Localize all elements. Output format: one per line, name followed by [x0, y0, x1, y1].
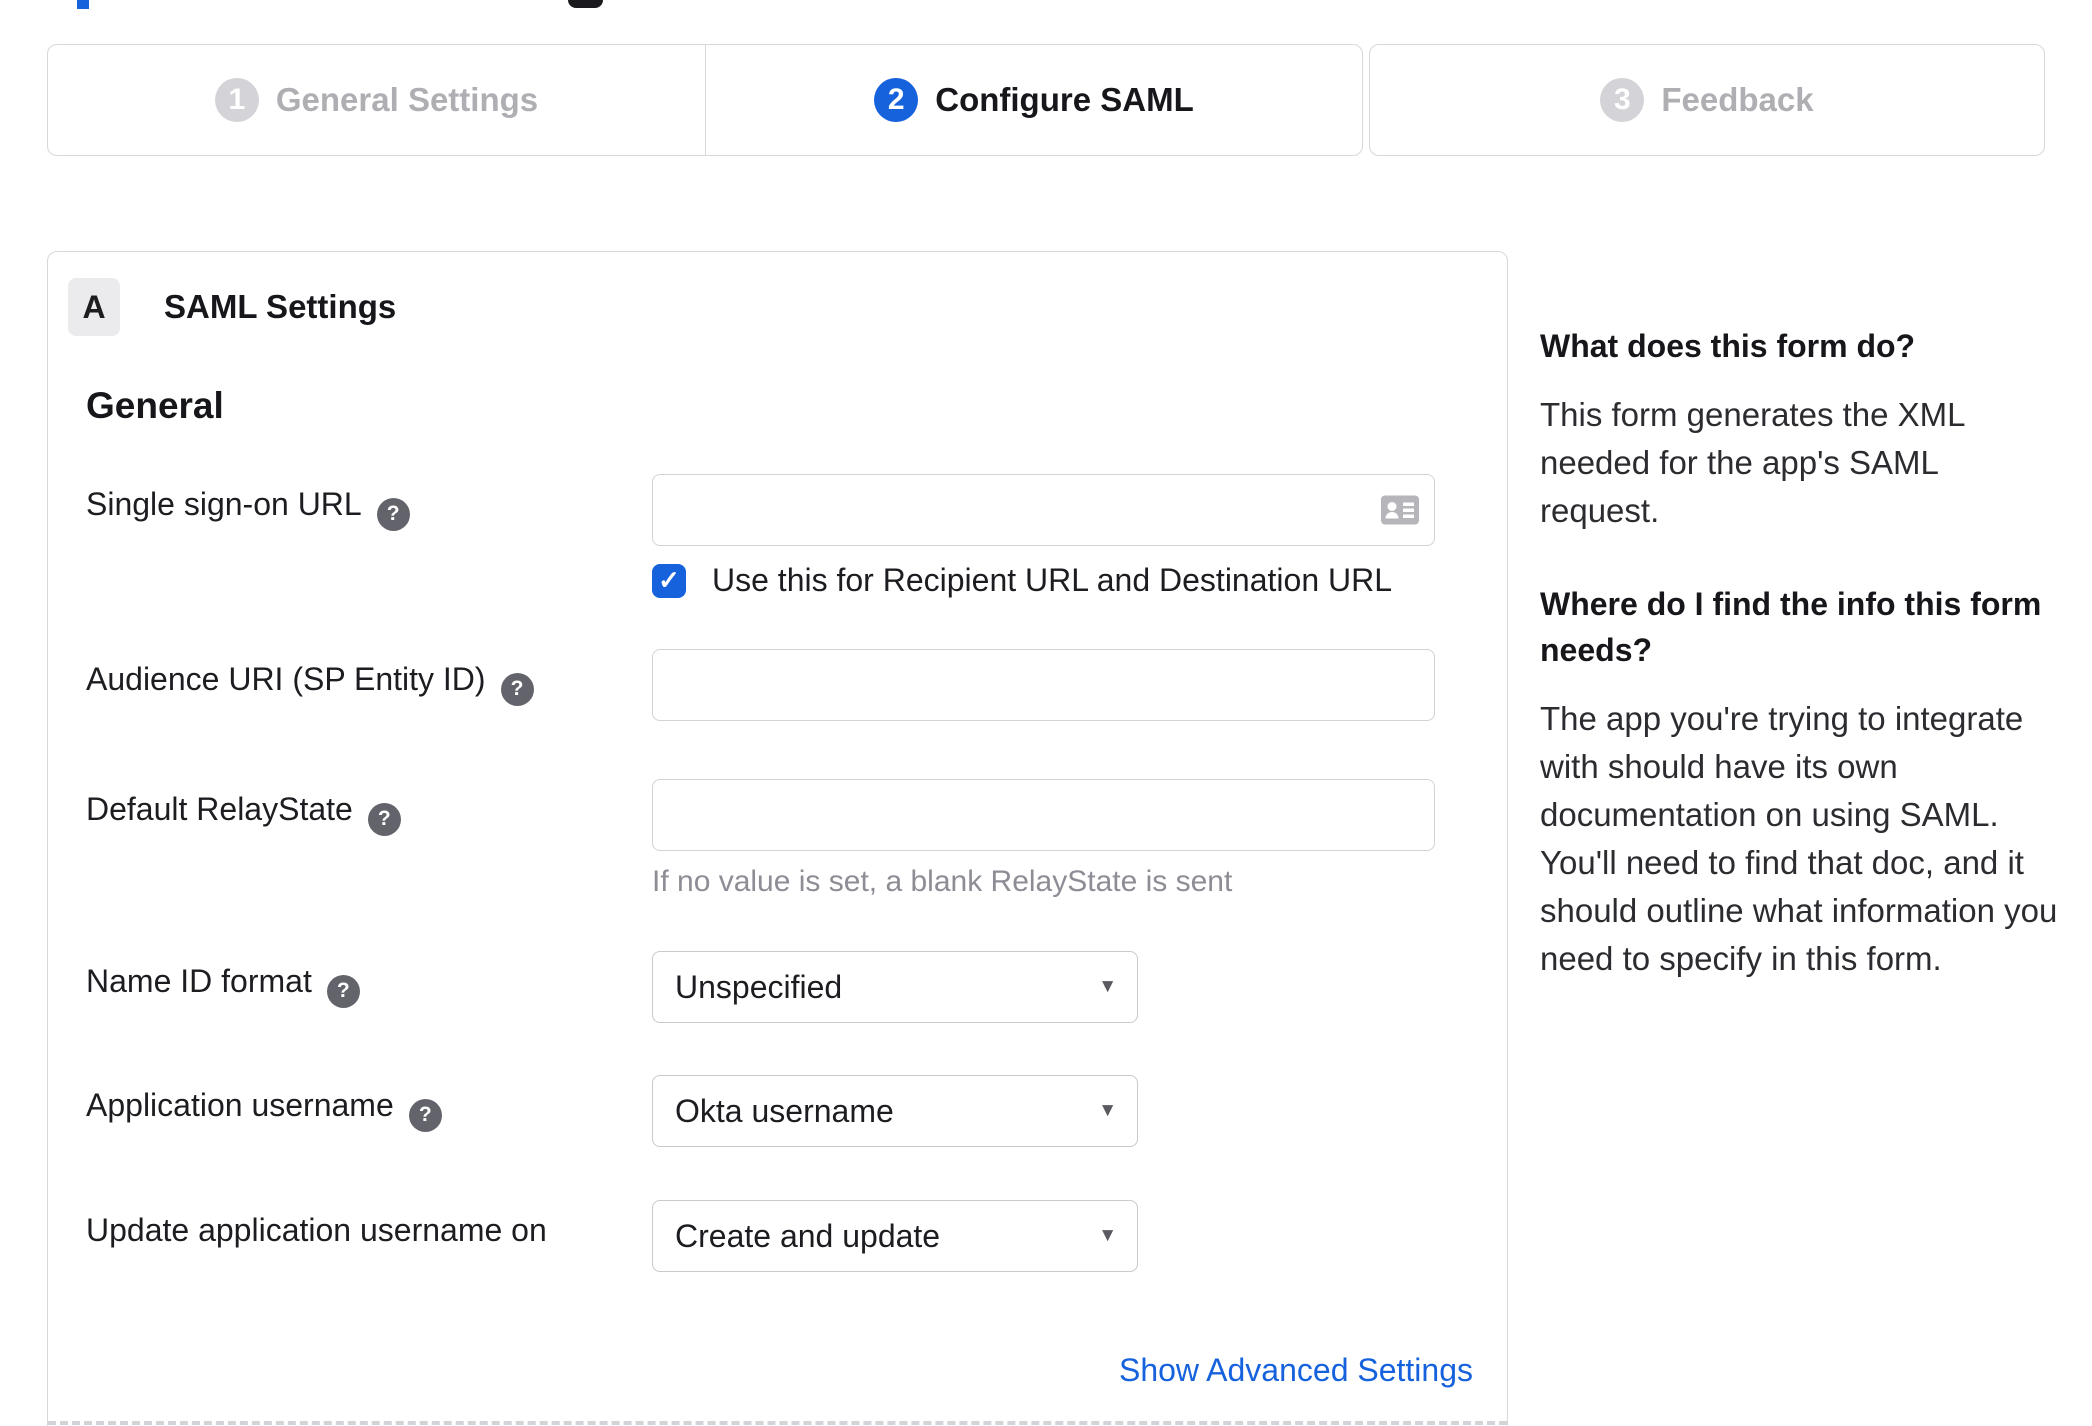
recipient-url-check-row: ✓ Use this for Recipient URL and Destina… — [652, 562, 1435, 599]
general-section-heading: General — [86, 385, 224, 426]
nameid-format-value: Unspecified — [675, 968, 843, 1005]
chevron-down-icon: ▼ — [1098, 1225, 1117, 1246]
step-2-label: Configure SAML — [935, 81, 1194, 118]
configure-saml-page: 1 General Settings 2 Configure SAML 3 Fe… — [0, 0, 2092, 1426]
sso-url-input[interactable] — [652, 474, 1435, 546]
form-row-audience-uri: Audience URI (SP Entity ID)? — [48, 649, 1507, 721]
step-general-settings[interactable]: 1 General Settings — [48, 45, 705, 155]
help-icon[interactable]: ? — [376, 497, 410, 531]
use-recipient-url-checkbox[interactable]: ✓ — [652, 563, 686, 598]
panel-header: A SAML Settings — [68, 278, 1507, 336]
relaystate-helper-text: If no value is set, a blank RelayState i… — [652, 865, 1233, 898]
help-icon[interactable]: ? — [367, 802, 401, 836]
recipient-url-checkbox-label: Use this for Recipient URL and Destinati… — [712, 562, 1393, 598]
update-username-label: Update application username on — [86, 1200, 652, 1272]
section-divider — [48, 1421, 1507, 1425]
nameid-format-label-text: Name ID format — [86, 963, 312, 999]
app-username-label-text: Application username — [86, 1087, 394, 1123]
section-a-badge: A — [68, 278, 120, 336]
audience-uri-label: Audience URI (SP Entity ID)? — [86, 649, 652, 721]
sidebar-body-1: This form generates the XML needed for t… — [1540, 396, 1965, 529]
update-username-label-text: Update application username on — [86, 1212, 547, 1248]
sso-url-label-text: Single sign-on URL — [86, 486, 362, 522]
show-advanced-settings-link[interactable]: Show Advanced Settings — [1119, 1352, 1473, 1389]
relaystate-label: Default RelayState? — [86, 779, 652, 899]
form-row-relaystate: Default RelayState? If no value is set, … — [48, 779, 1507, 899]
nameid-format-label: Name ID format? — [86, 951, 652, 1023]
sso-url-label: Single sign-on URL? — [86, 474, 652, 599]
cropped-blue-element — [77, 0, 89, 9]
update-username-value: Create and update — [675, 1217, 941, 1254]
sidebar-heading-1: What does this form do? — [1540, 328, 1916, 364]
sidebar-body-2: The app you're trying to integrate with … — [1540, 700, 2058, 977]
audience-uri-label-text: Audience URI (SP Entity ID) — [86, 661, 486, 697]
form-row-nameid-format: Name ID format? Unspecified ▼ — [48, 951, 1507, 1023]
chevron-down-icon: ▼ — [1098, 976, 1117, 997]
help-icon[interactable]: ? — [500, 672, 534, 706]
step-3-label: Feedback — [1661, 81, 1814, 118]
app-username-label: Application username? — [86, 1075, 652, 1147]
relaystate-label-text: Default RelayState — [86, 791, 353, 827]
cropped-heading-fragment — [568, 0, 603, 8]
saml-settings-panel: A SAML Settings General Single sign-on U… — [47, 251, 1508, 1426]
step-1-circle: 1 — [214, 78, 259, 122]
contacts-autofill-icon[interactable] — [1381, 495, 1419, 525]
nameid-format-select[interactable]: Unspecified ▼ — [652, 951, 1138, 1023]
audience-uri-input[interactable] — [652, 649, 1435, 721]
wizard-stepper: 1 General Settings 2 Configure SAML 3 Fe… — [47, 44, 2045, 156]
app-username-select[interactable]: Okta username ▼ — [652, 1075, 1138, 1147]
step-3-circle: 3 — [1600, 78, 1645, 122]
panel-title: SAML Settings — [164, 288, 397, 325]
step-2-circle: 2 — [874, 78, 919, 122]
step-feedback[interactable]: 3 Feedback — [1369, 44, 2045, 156]
form-row-app-username: Application username? Okta username ▼ — [48, 1075, 1507, 1147]
update-username-select[interactable]: Create and update ▼ — [652, 1200, 1138, 1272]
relaystate-input[interactable] — [652, 779, 1435, 851]
help-icon[interactable]: ? — [408, 1098, 442, 1132]
app-username-value: Okta username — [675, 1092, 894, 1129]
step-configure-saml[interactable]: 2 Configure SAML — [705, 45, 1362, 155]
form-row-sso-url: Single sign-on URL? ✓ Use this for Recip… — [48, 474, 1507, 599]
help-sidebar: What does this form do? This form genera… — [1540, 323, 2060, 983]
help-icon[interactable]: ? — [326, 974, 360, 1008]
step-1-label: General Settings — [275, 81, 539, 118]
form-row-update-username: Update application username on Create an… — [48, 1200, 1507, 1272]
stepper-group: 1 General Settings 2 Configure SAML — [47, 44, 1363, 156]
sidebar-heading-2: Where do I find the info this form needs… — [1540, 586, 2042, 668]
chevron-down-icon: ▼ — [1098, 1100, 1117, 1121]
